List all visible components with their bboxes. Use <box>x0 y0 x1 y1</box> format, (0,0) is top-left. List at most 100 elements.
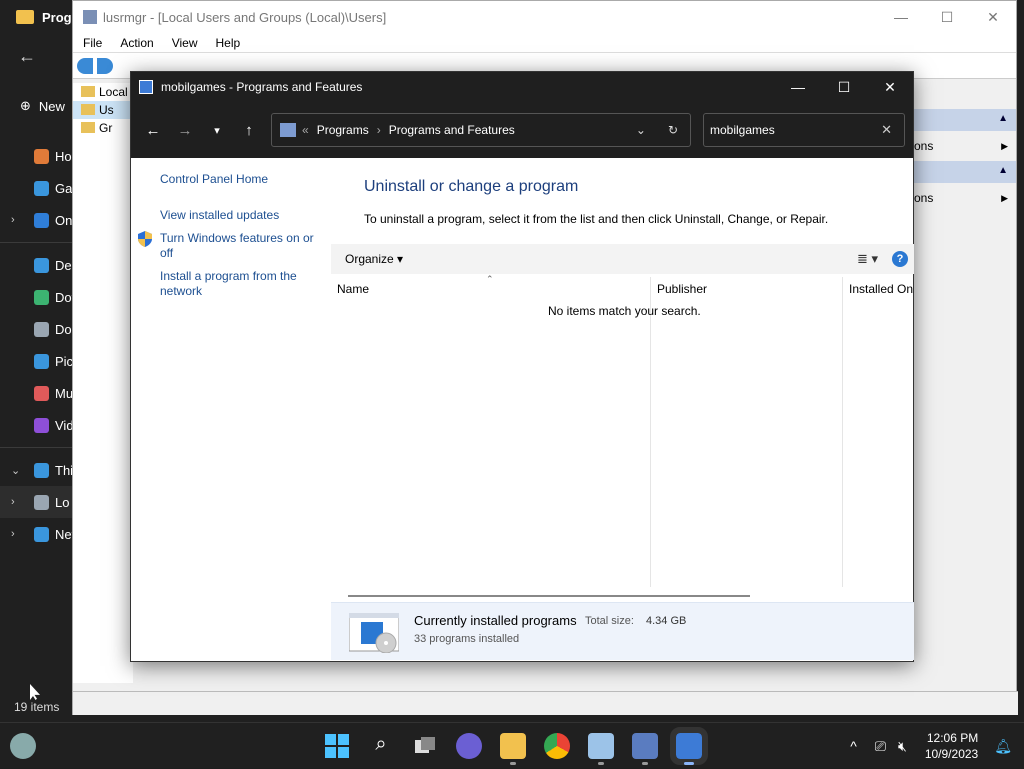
organize-button[interactable]: Organize <box>345 252 403 266</box>
refresh-icon[interactable]: ↻ <box>668 123 678 137</box>
lusrmgr-menubar: File Action View Help <box>73 33 1016 53</box>
link-view-installed-updates[interactable]: View installed updates <box>160 208 320 223</box>
menu-file[interactable]: File <box>83 36 102 50</box>
nav-item-label: Des <box>55 257 72 273</box>
chevron-right-icon[interactable]: › <box>11 528 15 540</box>
new-button[interactable]: ⊕ New <box>20 98 65 114</box>
horizontal-scrollbar[interactable] <box>348 595 750 597</box>
chevron-right-icon[interactable]: › <box>11 214 15 226</box>
breadcrumb-programs[interactable]: Programs <box>317 123 369 137</box>
nav-item[interactable]: Gal <box>0 172 72 204</box>
network-icon[interactable]: ⎚ <box>875 738 886 755</box>
view-options-icon[interactable]: ≣ ▾ <box>857 251 878 267</box>
recent-locations-button[interactable]: ▾ <box>201 124 233 137</box>
back-button[interactable]: ← <box>137 122 169 139</box>
chat-icon[interactable] <box>456 733 482 759</box>
resource-monitor-icon[interactable] <box>588 733 614 765</box>
nav-item[interactable]: Vid <box>0 409 72 441</box>
close-button[interactable]: ✕ <box>970 9 1016 26</box>
address-dropdown-icon[interactable]: ⌄ <box>636 123 646 137</box>
navigation-pane: Ho Gal › On Des Dov Doc Pic Mu Vid ⌄ Thi › Lo › Net <box>0 140 72 550</box>
column-header-name[interactable]: Name <box>337 282 369 296</box>
chevron-right-icon[interactable]: › <box>11 496 15 508</box>
nav-item[interactable]: Ho <box>0 140 72 172</box>
pf-address-row: ← → ▾ ↑ « Programs › Programs and Featur… <box>131 102 913 158</box>
clock[interactable]: 12:06 PM 10/9/2023 <box>925 730 978 762</box>
minimize-button[interactable]: — <box>878 9 924 26</box>
nav-item[interactable]: Dov <box>0 281 72 313</box>
nav-item[interactable]: Des <box>0 249 72 281</box>
notification-bell-icon[interactable]: 🔔︎ <box>994 738 1012 755</box>
link-install-from-network[interactable]: Install a program from the network <box>160 269 320 299</box>
taskbar: ⌕ ^ ⎚ 🔇︎ 12:06 PM 10/9/2023 🔔︎ <box>0 722 1024 768</box>
show-hidden-icons-icon[interactable]: ^ <box>850 738 857 754</box>
help-icon[interactable]: ? <box>892 251 908 267</box>
nav-item[interactable]: Doc <box>0 313 72 345</box>
weather-icon[interactable] <box>10 733 36 759</box>
link-turn-windows-features[interactable]: Turn Windows features on or off <box>160 231 320 261</box>
column-header-publisher[interactable]: Publisher <box>657 282 707 296</box>
tree-item-groups[interactable]: Gr <box>73 119 133 137</box>
desktop-icon <box>34 257 49 273</box>
tree-item-local[interactable]: Local <box>73 83 133 101</box>
clock-time: 12:06 PM <box>926 731 979 745</box>
column-divider[interactable] <box>842 277 843 587</box>
onedrive-icon <box>34 212 49 228</box>
start-icon[interactable] <box>324 733 350 759</box>
maximize-button[interactable]: ☐ <box>924 9 970 26</box>
breadcrumb-programs-and-features[interactable]: Programs and Features <box>389 123 515 137</box>
pictures-icon <box>34 353 49 369</box>
file-explorer-taskbar-icon[interactable] <box>500 733 526 765</box>
up-button[interactable]: ↑ <box>233 122 265 139</box>
column-header-installed-on[interactable]: Installed On <box>849 282 913 296</box>
back-icon[interactable] <box>77 57 93 74</box>
nav-item[interactable]: Mu <box>0 377 72 409</box>
actions-header-users[interactable] <box>914 109 1016 131</box>
actions-pane: ons ons <box>914 109 1016 213</box>
breadcrumb-overflow[interactable]: « <box>302 123 309 137</box>
address-bar[interactable]: « Programs › Programs and Features ⌄ ↻ <box>271 113 691 147</box>
new-label: New <box>38 98 65 114</box>
forward-button[interactable]: → <box>169 122 201 139</box>
more-actions-users[interactable]: ons <box>914 131 1016 161</box>
more-actions-selected[interactable]: ons <box>914 183 1016 213</box>
chevron-down-icon[interactable]: ⌄ <box>11 464 20 477</box>
menu-view[interactable]: View <box>172 36 198 50</box>
pf-close-button[interactable]: ✕ <box>867 79 913 96</box>
nav-separator <box>0 447 72 448</box>
nav-item[interactable]: › Lo <box>0 486 72 518</box>
menu-help[interactable]: Help <box>216 36 241 50</box>
nav-item[interactable]: Pic <box>0 345 72 377</box>
nav-item[interactable]: › On <box>0 204 72 236</box>
tree-item-users[interactable]: Us <box>73 101 133 119</box>
search-box[interactable]: ✕ <box>703 113 905 147</box>
control-panel-icon <box>280 123 296 137</box>
chrome-icon[interactable] <box>544 733 570 759</box>
clear-search-icon[interactable]: ✕ <box>881 122 892 138</box>
lusrmgr-taskbar-icon[interactable] <box>632 733 658 765</box>
nav-item[interactable]: ⌄ Thi <box>0 454 72 486</box>
empty-list-message: No items match your search. <box>548 304 701 318</box>
nav-item[interactable]: › Net <box>0 518 72 550</box>
total-size-label: Total size: <box>585 615 634 627</box>
programs-count: 33 programs installed <box>414 633 520 645</box>
back-arrow-icon[interactable]: ← <box>18 46 36 67</box>
volume-muted-icon[interactable]: 🔇︎ <box>898 738 907 755</box>
link-control-panel-home[interactable]: Control Panel Home <box>160 172 320 187</box>
task-view-icon[interactable] <box>412 733 438 759</box>
nav-item-label: Lo <box>55 494 70 510</box>
program-list-area: Uninstall or change a program To uninsta… <box>331 158 914 661</box>
pf-minimize-button[interactable]: — <box>775 79 821 96</box>
column-divider[interactable] <box>650 277 651 587</box>
control-panel-taskbar-icon[interactable] <box>670 727 708 765</box>
menu-action[interactable]: Action <box>120 36 153 50</box>
actions-header-selected[interactable] <box>914 161 1016 183</box>
local-disk-icon <box>34 494 49 510</box>
folder-icon <box>16 10 34 24</box>
system-tray: ^ ⎚ 🔇︎ 12:06 PM 10/9/2023 🔔︎ <box>850 723 1024 769</box>
search-input[interactable] <box>710 123 870 137</box>
pf-maximize-button[interactable]: ☐ <box>821 79 867 96</box>
lusrmgr-app-icon <box>83 10 97 24</box>
search-icon[interactable]: ⌕ <box>368 733 394 759</box>
forward-icon[interactable] <box>97 57 113 74</box>
